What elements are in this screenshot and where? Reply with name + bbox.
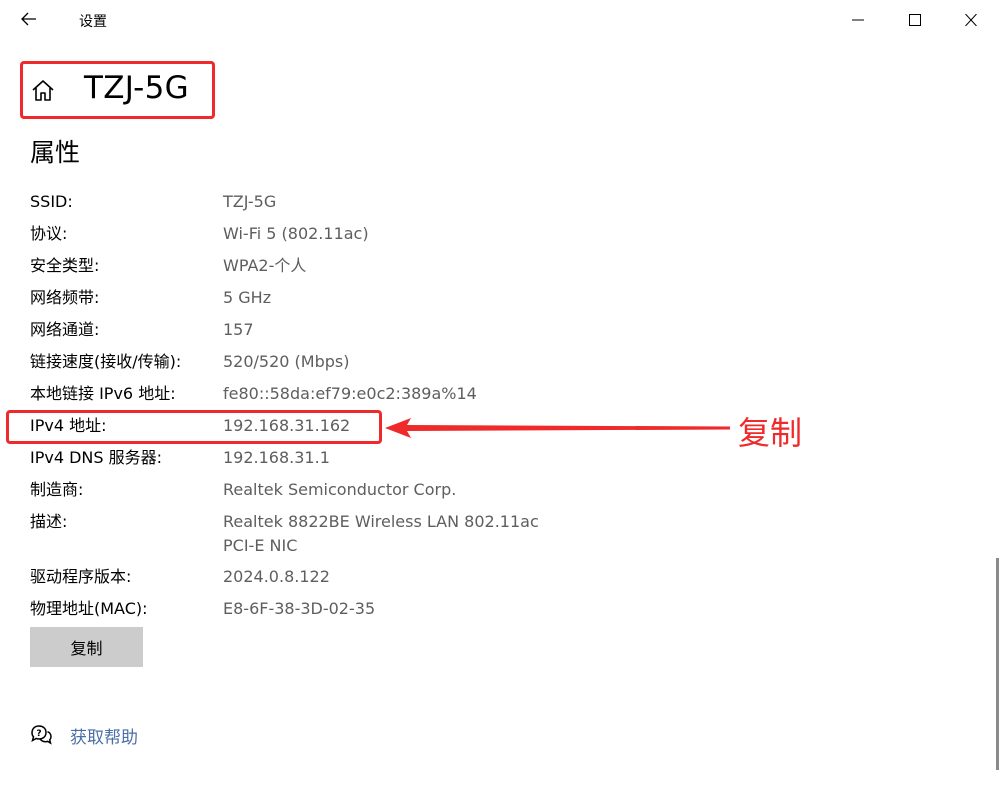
close-button[interactable] <box>951 5 991 35</box>
maximize-button[interactable] <box>895 5 935 35</box>
property-value[interactable]: Realtek Semiconductor Corp. <box>223 478 568 502</box>
property-label: 制造商: <box>30 480 84 499</box>
chat-help-icon: ? <box>31 725 52 745</box>
svg-text:?: ? <box>36 729 41 739</box>
property-value[interactable]: Realtek 8822BE Wireless LAN 802.11ac PCI… <box>223 510 568 558</box>
property-value[interactable]: E8-6F-38-3D-02-35 <box>223 597 568 621</box>
property-label: 驱动程序版本: <box>30 567 132 586</box>
property-label: 本地链接 IPv6 地址: <box>30 384 176 403</box>
arrow-annotation-icon <box>385 418 730 438</box>
annotation-label: 复制 <box>738 414 803 452</box>
property-value[interactable]: Wi-Fi 5 (802.11ac) <box>223 222 568 246</box>
property-value[interactable]: 157 <box>223 318 568 342</box>
property-value[interactable]: 2024.0.8.122 <box>223 565 568 589</box>
network-name-highlight <box>20 61 215 119</box>
copy-button[interactable]: 复制 <box>30 627 143 667</box>
scrollbar[interactable] <box>996 558 999 770</box>
maximize-icon <box>909 14 921 26</box>
property-value[interactable]: 192.168.31.1 <box>223 446 568 470</box>
property-value[interactable]: 5 GHz <box>223 286 568 310</box>
minimize-icon <box>852 19 864 21</box>
minimize-button[interactable] <box>838 5 878 35</box>
property-label: 安全类型: <box>30 256 100 275</box>
property-label: 网络频带: <box>30 288 100 307</box>
property-label: 描述: <box>30 512 68 531</box>
property-value[interactable]: WPA2-个人 <box>223 254 568 278</box>
back-button[interactable] <box>14 6 44 32</box>
property-label: 链接速度(接收/传输): <box>30 352 182 371</box>
property-value[interactable]: 520/520 (Mbps) <box>223 350 568 374</box>
window-title: 设置 <box>79 14 107 30</box>
arrow-left-icon <box>21 12 36 26</box>
get-help-label: 获取帮助 <box>70 728 138 748</box>
property-label: 网络通道: <box>30 320 100 339</box>
property-label: SSID: <box>30 192 73 211</box>
title-bar: 设置 <box>0 0 1001 40</box>
property-label: 协议: <box>30 224 68 243</box>
ipv4-highlight <box>6 410 382 444</box>
property-label: 物理地址(MAC): <box>30 599 148 618</box>
property-value[interactable]: TZJ-5G <box>223 190 568 214</box>
close-icon <box>965 14 977 26</box>
property-value[interactable]: fe80::58da:ef79:e0c2:389a%14 <box>223 382 568 406</box>
property-label: IPv4 DNS 服务器: <box>30 448 163 467</box>
section-title: 属性 <box>30 138 81 167</box>
